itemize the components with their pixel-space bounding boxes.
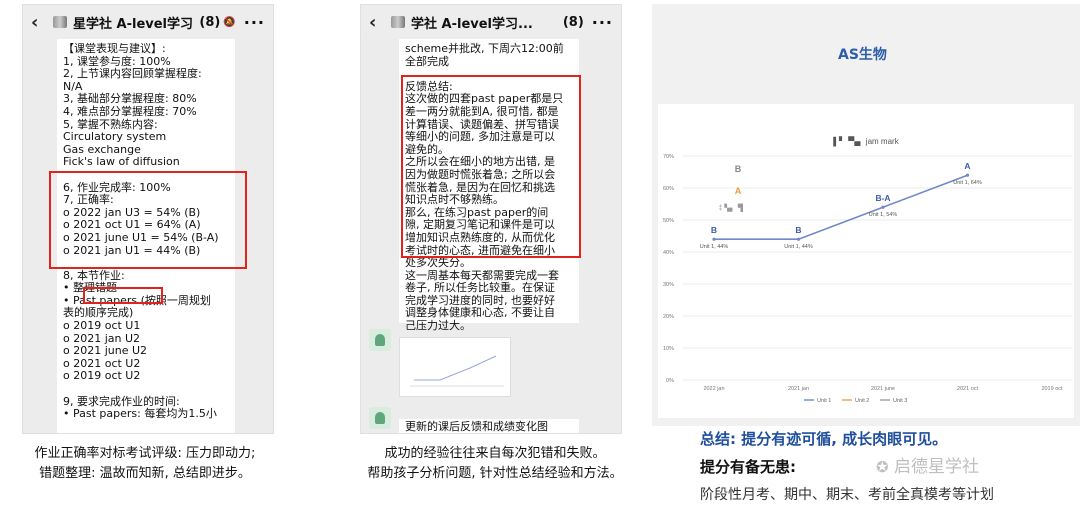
y-tick-label: 50% — [663, 218, 674, 224]
y-tick-label: 20% — [663, 314, 674, 320]
wechat-icon: ✪ — [876, 458, 889, 476]
chat-title: 学社 A-level学习... — [411, 16, 533, 32]
message-line: 4, 难点部分掌握程度: 70% — [63, 104, 197, 118]
mute-icon: 🔕 — [223, 16, 236, 28]
summary-line: 总结: 提分有迹可循, 成长肉眼可见。 — [700, 430, 948, 448]
y-tick-label: 30% — [663, 282, 674, 288]
message-line: o 2019 oct U1 — [63, 319, 141, 333]
y-tick-label: 60% — [663, 186, 674, 192]
caption-left: 作业正确率对标考试评级: 压力即动力; 错题整理: 温故而知新, 总结即进步。 — [0, 444, 290, 484]
thumbnail-chart-icon — [410, 355, 504, 387]
back-arrow-icon[interactable]: ‹ — [31, 12, 49, 33]
summary-subheading: 提分有备无患: — [700, 458, 796, 476]
x-tick-label: 2022 jan — [703, 386, 724, 392]
message-bubble: 更新的课后反馈和成绩变化图 — [399, 419, 579, 433]
grade-label: B — [795, 225, 801, 235]
legend-entry: Unit 2 — [855, 398, 869, 404]
more-options-icon[interactable]: ··· — [244, 13, 265, 32]
caption-line: 帮助孩子分析问题, 针对性总结经验和方法。 — [367, 466, 623, 481]
message-line: 己压力过大。 — [405, 319, 471, 333]
member-count: (8) — [562, 14, 584, 30]
chart-title: ▌▘▝▚▖ jam mark — [833, 136, 899, 147]
data-point — [796, 237, 801, 241]
chat-header: ‹ 星学社 A-level学习... (8) 🔕 ··· — [23, 5, 273, 39]
group-avatar-icon — [391, 16, 405, 28]
grade-label: A — [964, 161, 970, 171]
message-line: Circulatory system — [63, 130, 167, 144]
more-options-icon[interactable]: ··· — [592, 13, 613, 32]
message-line: o 2021 june U2 — [63, 344, 148, 358]
chart-panel: AS生物 ▌▘▝▚▖ jam mark 0% 10% 20% 30% 40% 50% 60% 7… — [652, 4, 1080, 426]
summary-plan-text: 阶段性月考、期中、期末、考前全真模考等计划 — [700, 487, 994, 503]
sender-avatar[interactable] — [369, 407, 391, 429]
grade-annotation: B — [735, 164, 742, 174]
data-label: Unit 1, 44% — [784, 244, 813, 250]
y-tick-label: 70% — [663, 154, 674, 160]
watermark-text: 启德星学社 — [893, 457, 979, 477]
highlight-box-accuracy — [49, 171, 247, 269]
chart-image-thumbnail[interactable] — [399, 337, 511, 397]
sender-avatar[interactable] — [369, 329, 391, 351]
grade-label: B — [711, 225, 717, 235]
line-chart: ▌▘▝▚▖ jam mark 0% 10% 20% 30% 40% 50% 60% 70% 202… — [658, 104, 1074, 418]
chat-title: 星学社 A-level学习... — [73, 16, 194, 32]
data-point — [712, 237, 716, 241]
member-count: (8) — [199, 14, 221, 30]
message-line: 【课堂表现与建议】: — [63, 42, 166, 55]
chat-header: ‹ 学社 A-level学习... (8) ··· — [361, 5, 621, 39]
y-tick-label: 40% — [663, 250, 674, 256]
group-avatar-icon — [53, 16, 67, 28]
data-point — [965, 173, 970, 177]
highlight-box-wrong-questions — [83, 287, 163, 304]
chart-plot-area — [658, 104, 1074, 418]
x-tick-label: 2021 oct — [957, 386, 979, 392]
message-line: 全部完成 — [405, 54, 449, 68]
highlight-box-feedback — [401, 75, 581, 258]
caption-line: 成功的经验往往来自每次犯错和失败。 — [384, 446, 606, 461]
back-arrow-icon[interactable]: ‹ — [369, 12, 387, 33]
x-tick-label: 2021 jan — [788, 386, 809, 392]
grade-annotation: A — [735, 186, 742, 196]
chat-screenshot-1: ‹ 星学社 A-level学习... (8) 🔕 ··· 【课堂表现与建议】:1… — [22, 4, 274, 434]
message-text: 更新的课后反馈和成绩变化图 — [405, 420, 548, 433]
y-tick-label: 10% — [663, 346, 674, 352]
caption-line: 作业正确率对标考试评级: 压力即动力; — [34, 446, 256, 461]
blurred-annotation-icon: ‡ ▚▖▝▌ — [719, 203, 746, 213]
y-tick-label: 0% — [666, 378, 674, 384]
message-line: • Past papers: 每套均为1.5小 — [63, 407, 217, 421]
x-tick-label: 2021 june — [871, 386, 895, 392]
grade-label: B-A — [875, 193, 890, 203]
message-line: 卷子, 所以任务比较重。在保证 — [405, 281, 555, 295]
data-label: Unit 1, 44% — [700, 244, 729, 250]
legend-entry: Unit 3 — [893, 398, 907, 404]
caption-line: 错题整理: 温故而知新, 总结即进步。 — [39, 466, 251, 481]
data-label: Unit 1, 54% — [869, 212, 898, 218]
message-line — [63, 383, 229, 396]
legend-entry: Unit 1 — [817, 398, 831, 404]
x-tick-label: 2019 oct — [1041, 386, 1063, 392]
message-line: 2, 上节课内容回顾掌握程度: — [63, 67, 202, 81]
data-point — [881, 205, 885, 209]
message-line: Fick's law of diffusion — [63, 155, 180, 169]
caption-middle: 成功的经验往往来自每次犯错和失败。 帮助孩子分析问题, 针对性总结经验和方法。 — [330, 444, 660, 484]
message-line: scheme并批改, 下周六12:00前 — [405, 42, 564, 55]
message-line: o 2019 oct U2 — [63, 369, 141, 383]
message-line: 处多次失分。 — [405, 256, 471, 270]
wechat-watermark: ✪ 启德星学社 — [876, 452, 979, 477]
data-label: Unit 1, 64% — [953, 180, 982, 186]
chat-screenshot-2: ‹ 学社 A-level学习... (8) ··· scheme并批改, 下周六… — [360, 4, 622, 434]
